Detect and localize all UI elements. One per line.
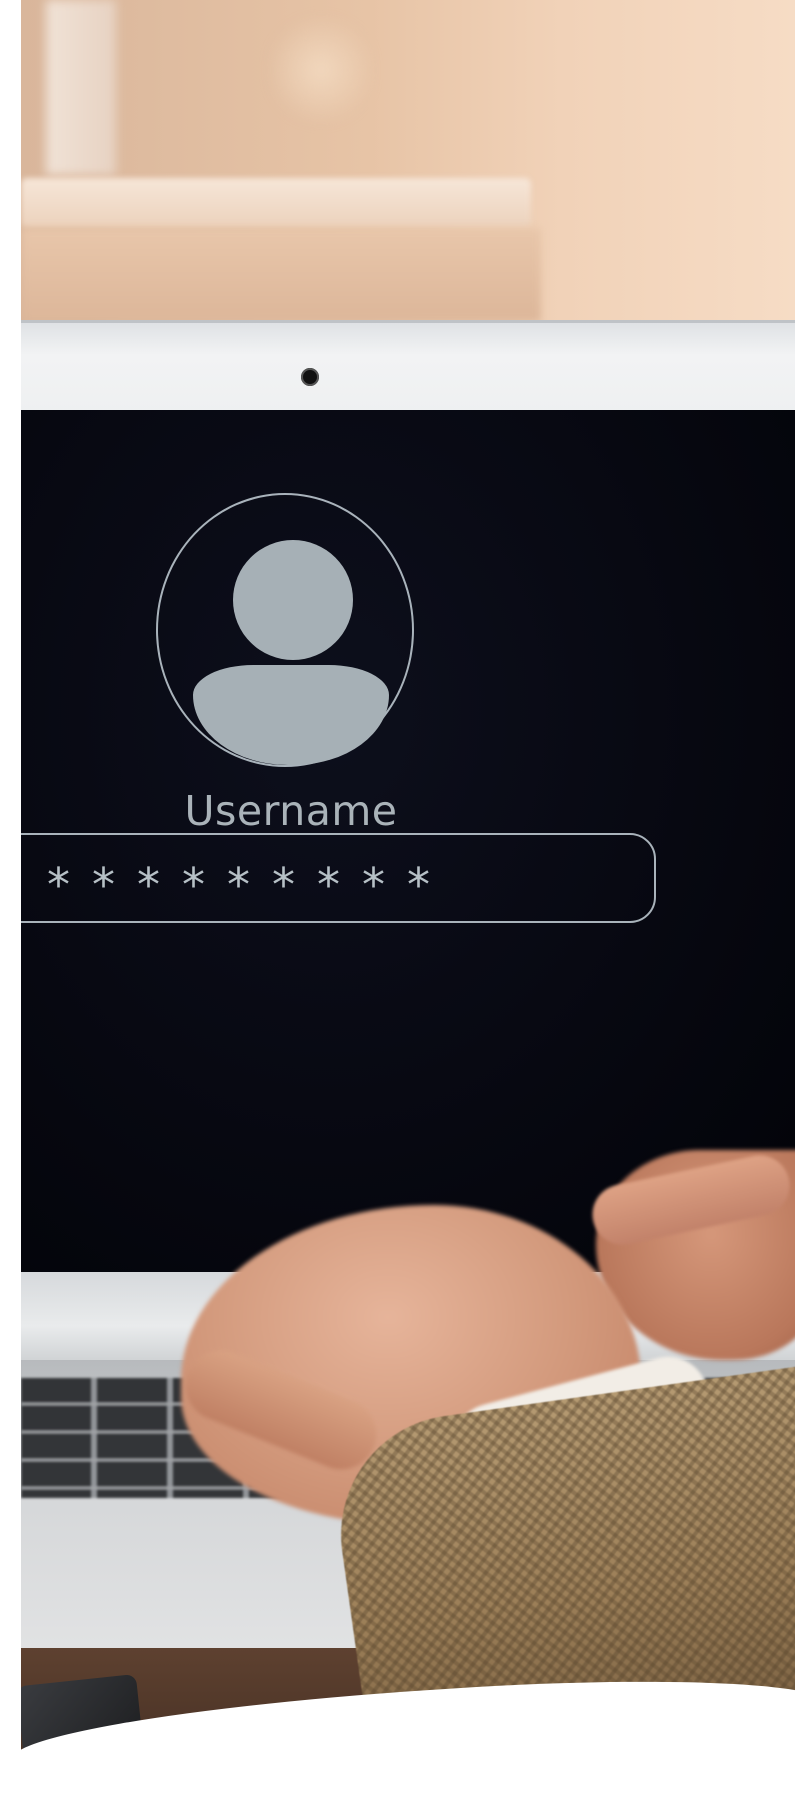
password-mask: ********* [47, 858, 452, 912]
laptop-login-photo: Username ********* [21, 0, 795, 1809]
laptop-lid-top [21, 320, 795, 415]
webcam-icon [301, 368, 319, 386]
blurred-shelf [21, 178, 531, 228]
room-background [21, 0, 795, 322]
shelf-underside [21, 228, 541, 322]
username-label: Username [184, 787, 398, 835]
blurred-light [271, 10, 371, 130]
blurred-book [46, 0, 116, 175]
user-avatar-icon [233, 540, 353, 660]
